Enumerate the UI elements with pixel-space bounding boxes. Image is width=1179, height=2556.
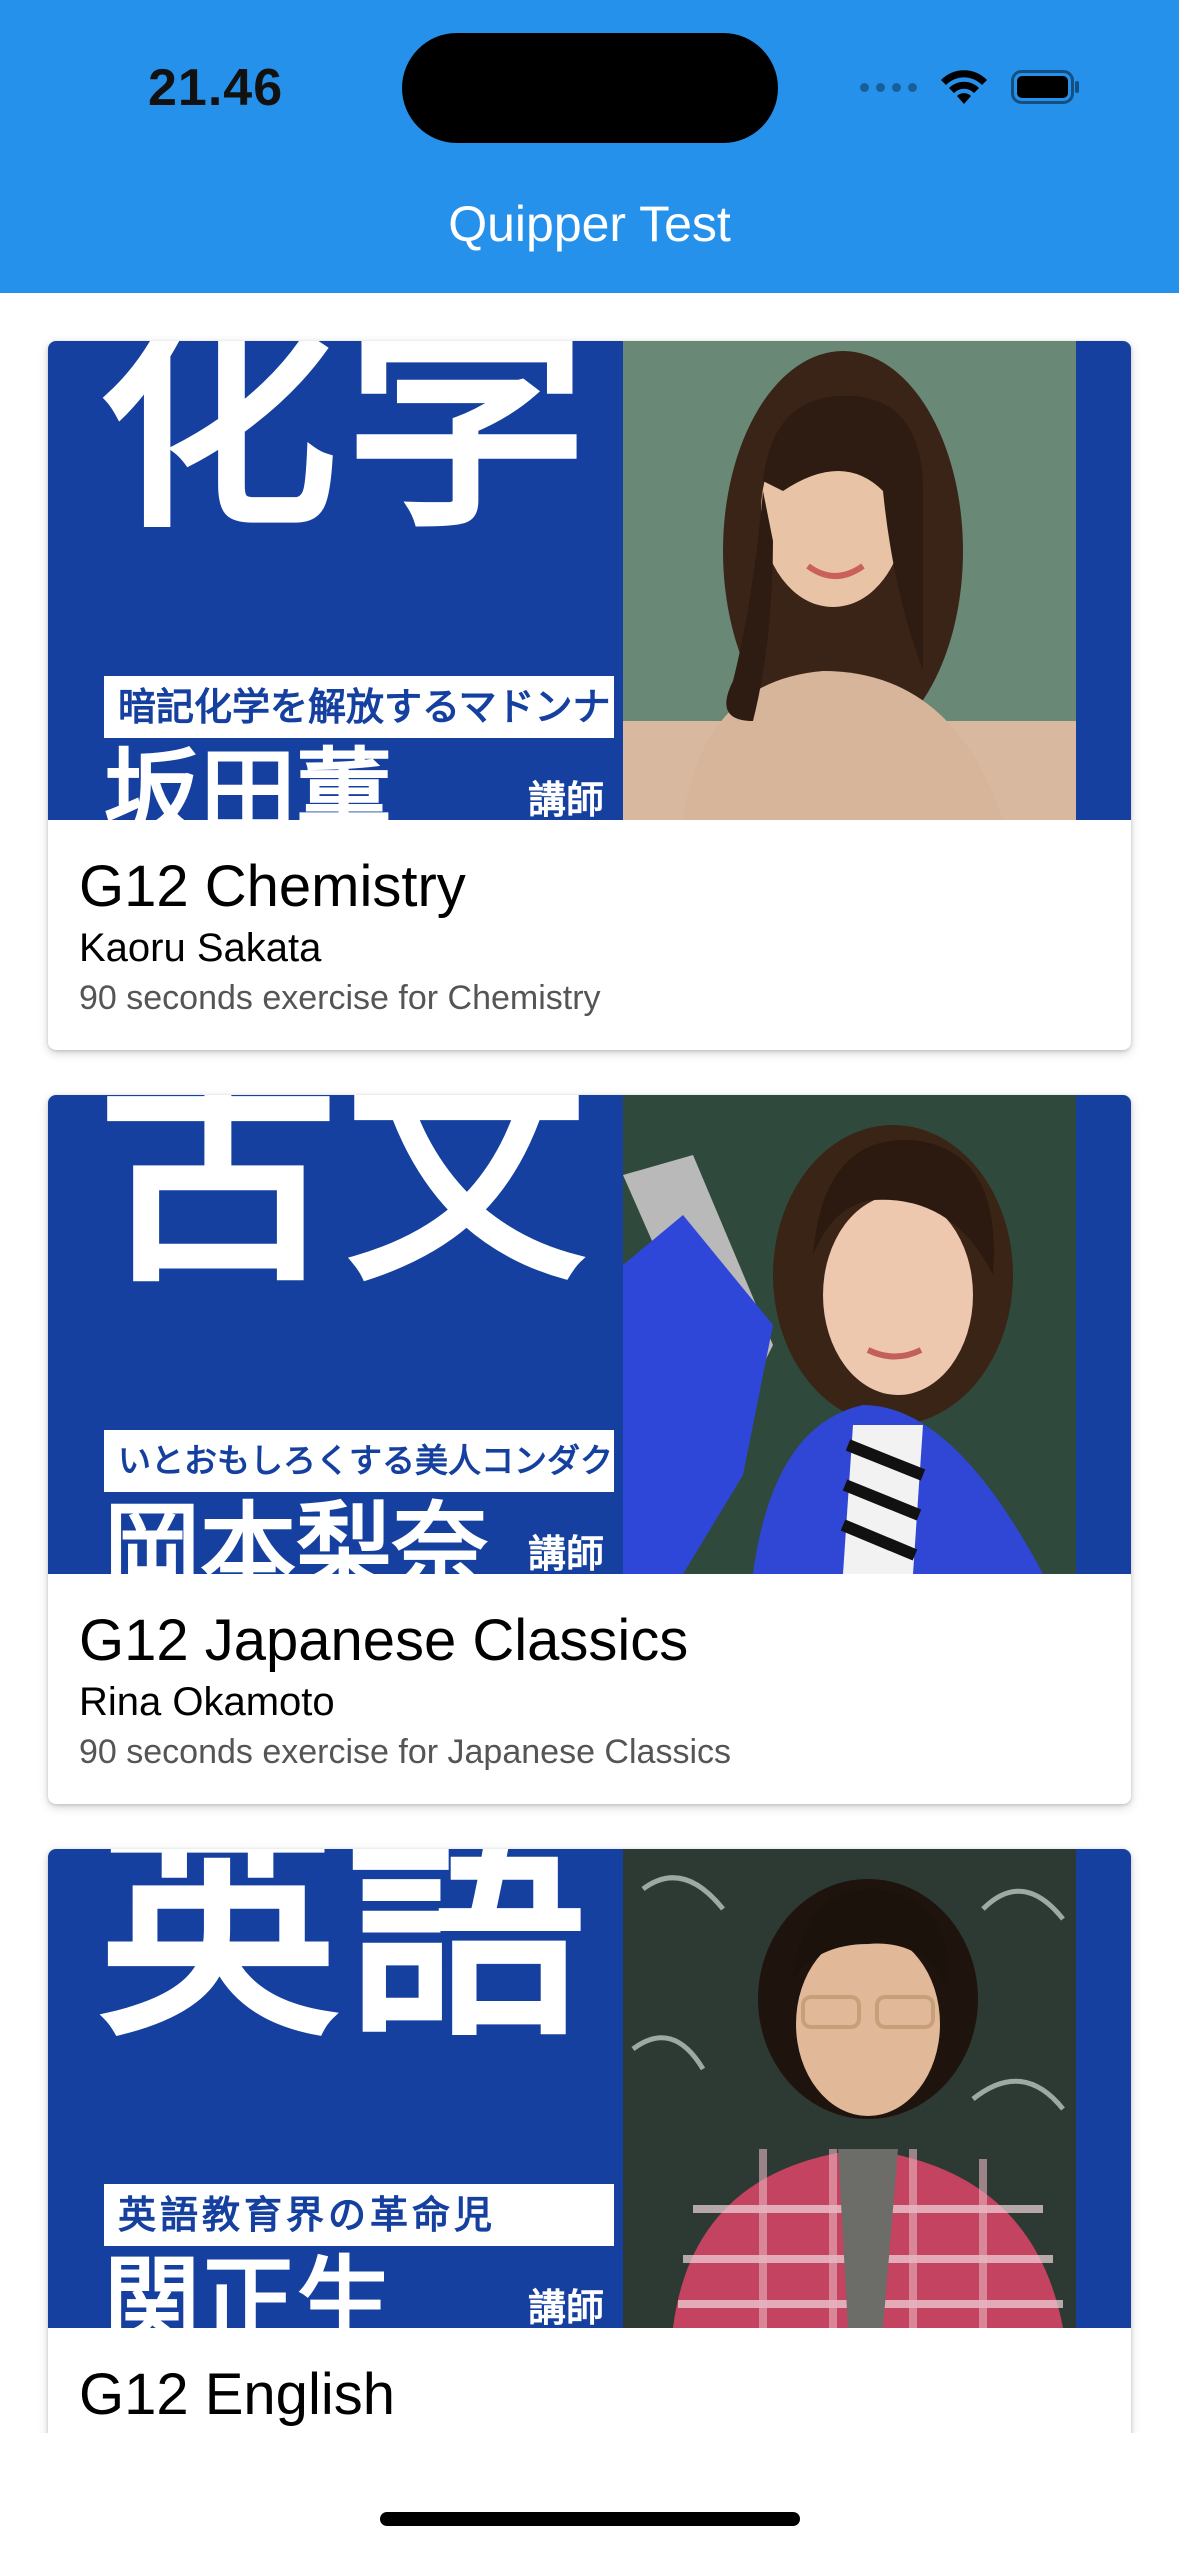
course-title: G12 Japanese Classics [79,1608,689,1673]
page-title: Quipper Test [448,196,731,252]
wifi-icon [941,70,987,104]
thumbnail-teacher-suffix: 講師 [528,2286,605,2328]
course-description: 90 seconds exercise for Chemistry [79,979,601,1017]
course-card[interactable]: 英語 英語教育界の革命児 関正生 講師 G12 English [48,1849,1131,2433]
teacher-photo [623,341,1076,820]
course-list[interactable]: 化学 暗記化学を解放するマドンナ 坂田薫 講師 G12 Chemistry Ka… [0,293,1179,2433]
teacher-photo [623,1849,1076,2328]
thumbnail-tagline: 暗記化学を解放するマドンナ [104,676,614,738]
thumbnail-subject-text: 英語 [98,1849,595,2069]
course-title: G12 Chemistry [79,854,466,919]
course-description: 90 seconds exercise for Japanese Classic… [79,1733,731,1771]
thumbnail-teacher-name: 関正生 [104,2246,392,2328]
course-info: G12 Chemistry Kaoru Sakata 90 seconds ex… [48,820,1131,1050]
course-teacher: Rina Okamoto [79,1680,335,1724]
thumbnail-subject-text: 古文 [98,1095,595,1315]
status-icons [860,62,1081,112]
signal-dots-icon [860,82,917,92]
dynamic-island [402,33,778,143]
course-info: G12 English [48,2328,1131,2433]
thumbnail-teacher-name: 坂田薫 [104,738,392,820]
thumbnail-tagline: いとおもしろくする美人コンダクター [104,1430,614,1492]
course-thumbnail: 化学 暗記化学を解放するマドンナ 坂田薫 講師 [48,341,1131,820]
thumbnail-subject-text: 化学 [98,341,595,561]
home-indicator[interactable] [380,2512,800,2526]
status-time: 21.46 [148,59,284,117]
thumbnail-teacher-name: 岡本梨奈 [104,1492,488,1574]
thumbnail-tagline: 英語教育界の革命児 [104,2184,614,2246]
course-info: G12 Japanese Classics Rina Okamoto 90 se… [48,1574,1131,1804]
thumbnail-teacher-suffix: 講師 [528,778,605,820]
course-card[interactable]: 古文 いとおもしろくする美人コンダクター 岡本梨奈 講師 G12 Japanes… [48,1095,1131,1804]
navigation-bar: 21.46 Quipper Test [0,0,1179,293]
course-thumbnail: 英語 英語教育界の革命児 関正生 講師 [48,1849,1131,2328]
course-title: G12 English [79,2362,395,2427]
course-thumbnail: 古文 いとおもしろくする美人コンダクター 岡本梨奈 講師 [48,1095,1131,1574]
teacher-photo [623,1095,1076,1574]
battery-icon [1011,70,1079,104]
course-teacher: Kaoru Sakata [79,926,322,970]
thumbnail-teacher-suffix: 講師 [528,1532,605,1574]
course-card[interactable]: 化学 暗記化学を解放するマドンナ 坂田薫 講師 G12 Chemistry Ka… [48,341,1131,1050]
